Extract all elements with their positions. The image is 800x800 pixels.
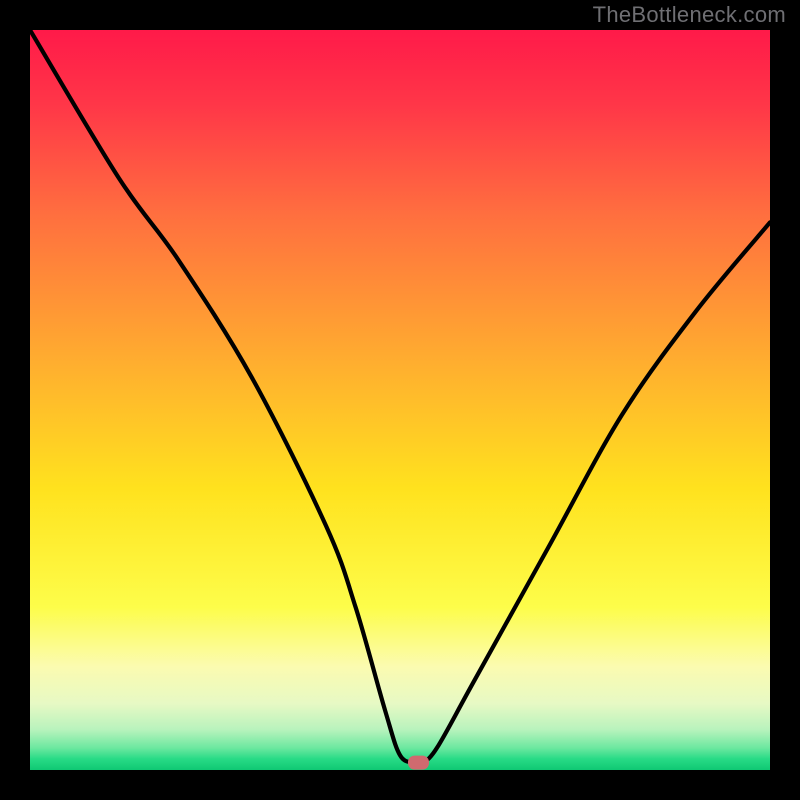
plot-svg xyxy=(30,30,770,770)
chart-frame: TheBottleneck.com xyxy=(0,0,800,800)
minimum-marker xyxy=(409,756,429,769)
watermark-text: TheBottleneck.com xyxy=(593,2,786,28)
bottleneck-plot xyxy=(30,30,770,770)
plot-background xyxy=(30,30,770,770)
